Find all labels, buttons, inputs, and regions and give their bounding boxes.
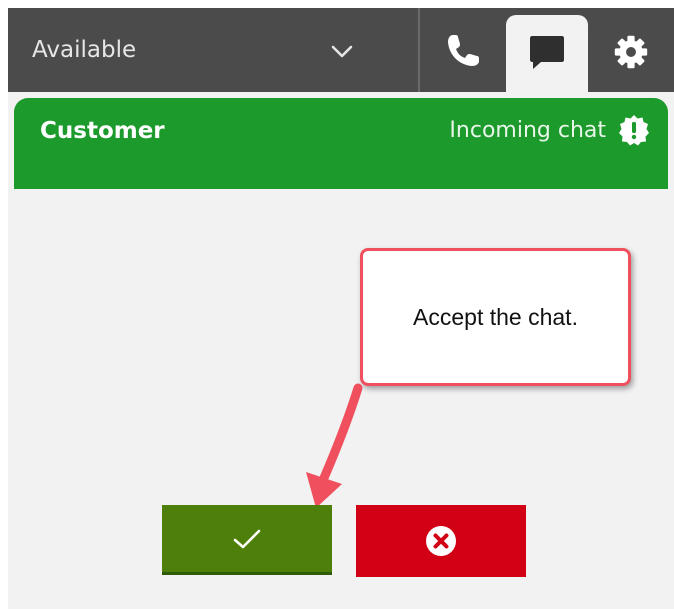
reject-chat-button[interactable] — [356, 505, 526, 577]
agent-status-dropdown[interactable]: Available — [8, 8, 418, 92]
contact-card: Customer Incoming chat — [14, 98, 668, 189]
chevron-down-icon — [331, 45, 353, 58]
pointer-arrow — [306, 383, 363, 508]
alert-icon — [619, 115, 649, 146]
agent-status-label: Available — [32, 37, 137, 63]
tab-chat[interactable] — [506, 15, 588, 92]
close-circle-icon — [426, 526, 456, 556]
checkmark-icon — [233, 529, 261, 548]
callout-text: Accept the chat. — [413, 303, 578, 330]
gear-icon — [614, 35, 648, 69]
instruction-callout: Accept the chat. — [360, 248, 631, 386]
phone-icon — [448, 35, 479, 66]
accept-chat-button[interactable] — [162, 505, 332, 575]
ccp-panel: Available Customer Incoming chat Accept … — [8, 8, 674, 609]
top-bar: Available — [8, 8, 674, 92]
contact-state: Incoming chat — [449, 118, 606, 143]
contact-name: Customer — [40, 118, 165, 144]
tab-phone[interactable] — [420, 8, 506, 92]
tab-settings[interactable] — [588, 8, 674, 92]
chat-icon — [530, 36, 564, 69]
